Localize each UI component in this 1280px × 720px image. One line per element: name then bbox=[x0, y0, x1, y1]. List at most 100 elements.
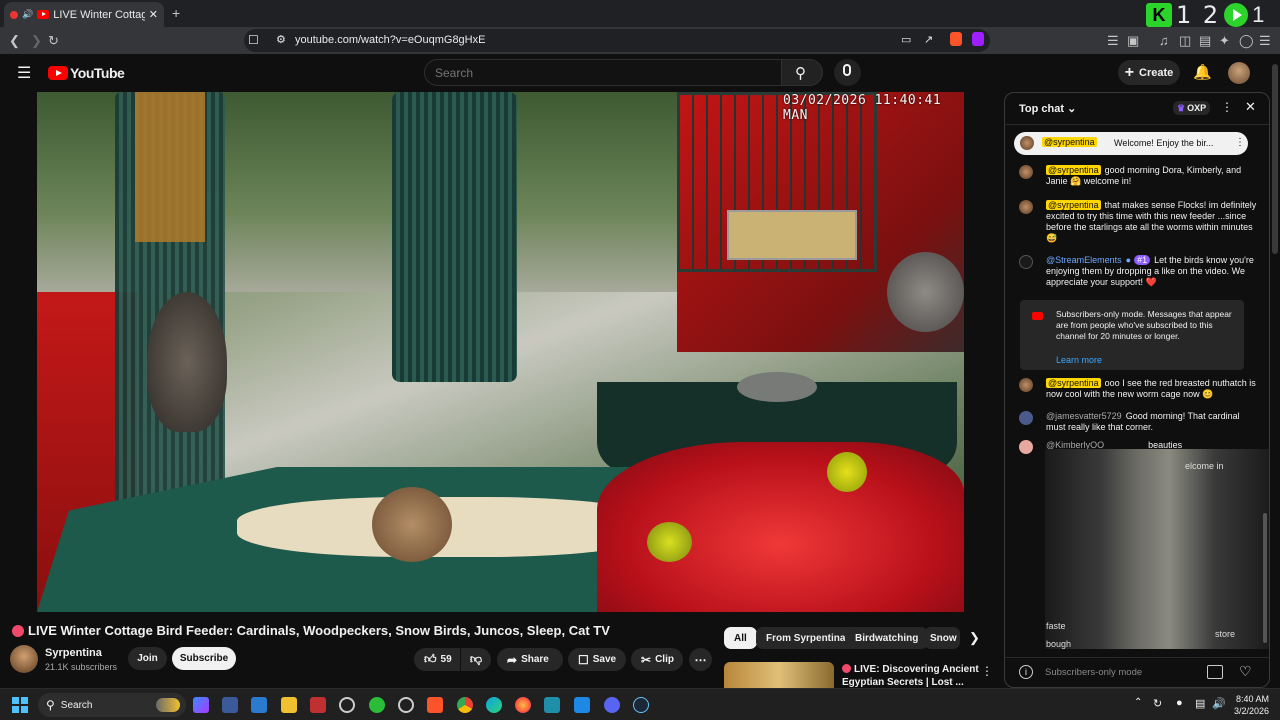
screenshot-icon[interactable]: ▣ bbox=[1127, 33, 1139, 48]
chip-from-syrpentina[interactable]: From Syrpentina bbox=[756, 627, 856, 649]
pinned-menu-icon[interactable]: ⋮ bbox=[1235, 137, 1245, 148]
close-tab-icon[interactable]: ✕ bbox=[149, 8, 158, 21]
recommended-more-icon[interactable]: ⋮ bbox=[981, 664, 993, 678]
new-tab-icon[interactable]: + bbox=[172, 5, 180, 21]
heart-icon[interactable]: ♡ bbox=[1239, 663, 1252, 680]
video-player[interactable]: 03/02/2026 11:40:41 MAN bbox=[37, 92, 964, 612]
steam-icon[interactable] bbox=[633, 697, 649, 713]
info-icon[interactable]: i bbox=[1019, 665, 1033, 679]
reload-icon[interactable]: ↻ bbox=[48, 33, 59, 48]
chip-birdwatching[interactable]: Birdwatching bbox=[845, 627, 929, 649]
account-avatar[interactable] bbox=[1228, 62, 1250, 84]
bookmark-icon[interactable]: ☐ bbox=[248, 33, 259, 47]
chat-username[interactable]: @syrpentina bbox=[1046, 378, 1101, 388]
app-icon-2[interactable] bbox=[251, 697, 267, 713]
channel-name[interactable]: Syrpentina bbox=[45, 647, 102, 659]
chip-all[interactable]: All bbox=[724, 627, 757, 649]
points-text: OXP bbox=[1187, 103, 1207, 113]
app-icon-1[interactable] bbox=[222, 697, 238, 713]
forward-icon[interactable]: ❯ bbox=[31, 33, 42, 48]
edge-icon[interactable] bbox=[486, 697, 502, 713]
channel-avatar[interactable] bbox=[10, 645, 38, 673]
chat-username[interactable]: @jamesvatter5729 bbox=[1046, 411, 1122, 421]
chevron-right-icon[interactable]: ❯ bbox=[969, 630, 980, 646]
url-text[interactable]: youtube.com/watch?v=eOuqmG8gHxE bbox=[295, 34, 485, 46]
discord-icon[interactable] bbox=[604, 697, 620, 713]
back-icon[interactable]: ❮ bbox=[9, 33, 20, 48]
file-explorer-icon[interactable] bbox=[281, 697, 297, 713]
thumbs-up-icon: 👍︎ bbox=[424, 652, 437, 666]
chat-username[interactable]: @syrpentina bbox=[1046, 165, 1101, 175]
browser-tab[interactable]: 🔊 LIVE Winter Cottage Bird F ✕ bbox=[4, 2, 164, 27]
app-icon-6[interactable] bbox=[398, 697, 414, 713]
recording-dot-icon bbox=[10, 10, 18, 19]
copilot-icon[interactable] bbox=[193, 697, 209, 713]
vscode-icon[interactable] bbox=[574, 697, 590, 713]
share-button[interactable]: ➦ Share bbox=[497, 648, 563, 671]
rewards-icon[interactable] bbox=[972, 32, 984, 46]
top-chat-dropdown[interactable]: Top chat ⌄ bbox=[1019, 102, 1076, 115]
chat-options-icon[interactable]: ⋮ bbox=[1221, 100, 1233, 114]
notifications-bell-icon[interactable]: 🔔 bbox=[1193, 63, 1212, 81]
site-info-icon[interactable]: ⚙ bbox=[276, 33, 286, 46]
super-chat-icon[interactable] bbox=[1207, 665, 1223, 679]
search-input[interactable] bbox=[424, 59, 782, 86]
vpn-icon[interactable]: ◯ bbox=[1239, 33, 1254, 48]
hamburger-menu-icon[interactable]: ☰ bbox=[17, 63, 31, 83]
like-button[interactable]: 👍︎ 59 bbox=[414, 648, 460, 671]
recommended-title[interactable]: LIVE: Discovering Ancient Egyptian Secre… bbox=[842, 663, 979, 689]
address-bar[interactable]: ☐ ⚙ youtube.com/watch?v=eOuqmG8gHxE ▭ ↗ bbox=[244, 29, 990, 52]
chat-username[interactable]: @syrpentina bbox=[1046, 200, 1101, 210]
app-icon-4[interactable] bbox=[339, 697, 355, 713]
cast-icon[interactable]: ▭ bbox=[901, 33, 911, 46]
share-page-icon[interactable]: ↗ bbox=[924, 33, 933, 46]
brave-shield-icon[interactable] bbox=[950, 32, 962, 46]
close-chat-icon[interactable]: ✕ bbox=[1245, 99, 1256, 115]
page-scrollbar[interactable] bbox=[1272, 64, 1278, 254]
learn-more-link[interactable]: Learn more bbox=[1056, 355, 1102, 365]
chat-input[interactable]: Subscribers-only mode bbox=[1045, 667, 1142, 678]
app-icon-7[interactable] bbox=[544, 697, 560, 713]
chat-mode-label: Top chat bbox=[1019, 103, 1065, 115]
taskbar-search[interactable]: ⚲ Search bbox=[38, 693, 186, 717]
join-button[interactable]: Join bbox=[128, 647, 167, 670]
chrome-icon[interactable] bbox=[457, 697, 473, 713]
media-icon[interactable]: ♫ bbox=[1159, 33, 1169, 48]
app-icon-3[interactable] bbox=[310, 697, 326, 713]
speaker-icon[interactable]: 🔊 bbox=[22, 9, 33, 20]
sidebar-icon[interactable]: ◫ bbox=[1179, 33, 1191, 48]
show-hidden-icons[interactable]: ⌃ bbox=[1134, 697, 1142, 708]
create-button[interactable]: + Create bbox=[1118, 60, 1180, 85]
leo-ai-icon[interactable]: ✦ bbox=[1219, 33, 1230, 48]
save-icon: ☐ bbox=[578, 652, 589, 667]
microphone-tray-icon[interactable]: ● bbox=[1176, 697, 1183, 709]
avatar bbox=[1019, 378, 1033, 392]
dislike-button[interactable]: 👎︎ bbox=[461, 648, 491, 671]
voice-search-button[interactable] bbox=[834, 59, 861, 86]
brave-browser-icon[interactable] bbox=[427, 697, 443, 713]
wallet-icon[interactable]: ▤ bbox=[1199, 33, 1211, 48]
save-button[interactable]: ☐ Save bbox=[568, 648, 626, 671]
app-icon-5[interactable] bbox=[369, 697, 385, 713]
clip-button[interactable]: ✂ Clip bbox=[631, 648, 683, 671]
points-badge[interactable]: ♛ OXP bbox=[1173, 101, 1211, 115]
firefox-icon[interactable] bbox=[515, 697, 531, 713]
more-actions-button[interactable]: ⋯ bbox=[689, 648, 712, 671]
clock-date[interactable]: 3/2/2026 bbox=[1234, 706, 1269, 716]
menu-icon[interactable]: ☰ bbox=[1259, 33, 1271, 48]
network-icon[interactable]: ▤ bbox=[1195, 697, 1205, 710]
subscribe-button[interactable]: Subscribe bbox=[172, 647, 236, 670]
youtube-logo[interactable]: YouTube bbox=[48, 65, 125, 81]
extensions-icon[interactable]: ☰ bbox=[1107, 33, 1119, 48]
chat-username[interactable]: @StreamElements bbox=[1046, 255, 1122, 265]
moderator-badge-icon: ● bbox=[1125, 255, 1132, 265]
chat-scrollbar[interactable] bbox=[1263, 513, 1267, 643]
clock-time[interactable]: 8:40 AM bbox=[1236, 694, 1269, 704]
pinned-message[interactable]: @syrpentina Welcome! Enjoy the bir... ⋮ bbox=[1014, 132, 1248, 155]
chip-snow[interactable]: Snow bbox=[924, 627, 960, 649]
search-button[interactable]: ⚲ bbox=[781, 59, 823, 86]
recommended-thumbnail[interactable] bbox=[724, 662, 834, 688]
volume-icon[interactable]: 🔊 bbox=[1212, 697, 1226, 710]
start-windows-icon[interactable] bbox=[12, 697, 28, 713]
tray-icon-1[interactable]: ↻ bbox=[1153, 697, 1162, 710]
